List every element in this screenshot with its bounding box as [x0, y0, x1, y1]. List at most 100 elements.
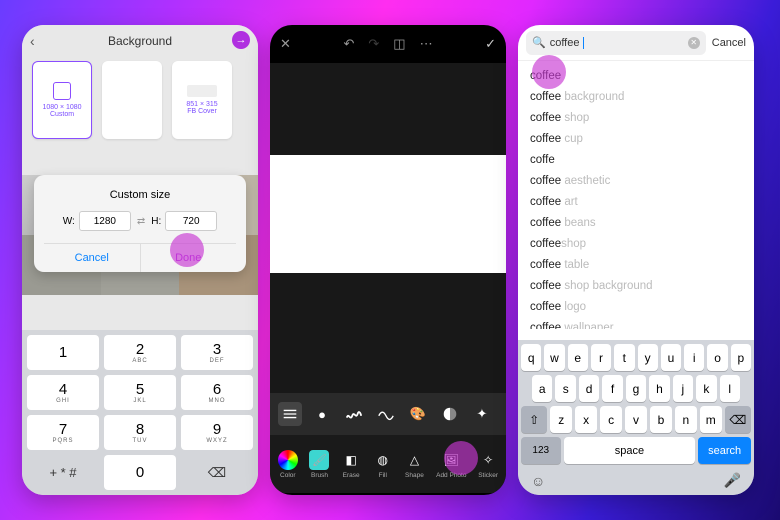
canvas-area[interactable] — [270, 63, 506, 393]
undo-icon[interactable]: ↶ — [343, 36, 354, 52]
redo-icon[interactable]: ↷ — [368, 36, 379, 52]
key-y[interactable]: y — [638, 344, 658, 371]
key-k[interactable]: k — [696, 375, 716, 402]
search-input-value: coffee — [550, 37, 580, 49]
brush-scribble-icon[interactable] — [342, 402, 366, 426]
key-l[interactable]: l — [720, 375, 740, 402]
key-j[interactable]: j — [673, 375, 693, 402]
tool-fill[interactable]: ◍Fill — [373, 450, 393, 479]
numpad-key-4[interactable]: 4GHI — [27, 375, 99, 410]
brush-wave-icon[interactable] — [374, 402, 398, 426]
phone-1-background-picker: ‹ Background → 1080 × 1080 Custom 851 × … — [22, 25, 258, 495]
numpad-zero[interactable]: 0 — [104, 455, 176, 490]
tool-erase[interactable]: ◧Erase — [341, 450, 361, 479]
key-o[interactable]: o — [707, 344, 727, 371]
swap-icon[interactable]: ⇄ — [135, 216, 147, 227]
width-input[interactable] — [79, 211, 131, 231]
key-h[interactable]: h — [649, 375, 669, 402]
tool-brush[interactable]: 🖌Brush — [309, 450, 329, 479]
more-icon[interactable]: ⋯ — [420, 36, 433, 52]
cancel-button[interactable]: Cancel — [712, 37, 746, 49]
key-r[interactable]: r — [591, 344, 611, 371]
layers-icon[interactable]: ◫ — [393, 36, 405, 52]
dictation-key[interactable]: 🎤 — [724, 472, 741, 489]
phone-2-draw-editor: ✕ ↶ ↷ ◫ ⋯ ✓ ● 🎨 ✦ Color 🖌Brush ◧Erase ◍Fill… — [270, 25, 506, 495]
key-u[interactable]: u — [661, 344, 681, 371]
key-m[interactable]: m — [700, 406, 722, 433]
qwerty-keyboard: qwertyuiop asdfghjkl ⇧zxcvbnm⌫ 123 space… — [518, 340, 754, 495]
suggestion-item[interactable]: coffee art — [530, 191, 742, 212]
brush-star-icon[interactable]: ✦ — [470, 402, 494, 426]
template-item[interactable] — [102, 61, 162, 139]
tool-bar: Color🖌Brush◧Erase◍Fill△Shape🖼Add Photo✧S… — [270, 435, 506, 493]
cancel-button[interactable]: Cancel — [44, 244, 141, 272]
next-button[interactable]: → — [232, 31, 250, 49]
key-n[interactable]: n — [675, 406, 697, 433]
suggestion-item[interactable]: coffeeshop — [530, 233, 742, 254]
suggestion-item[interactable]: coffee beans — [530, 212, 742, 233]
brush-circle-icon[interactable] — [438, 402, 462, 426]
numbers-key[interactable]: 123 — [521, 437, 561, 464]
numpad-sym[interactable]: + * # — [27, 455, 99, 490]
search-key[interactable]: search — [698, 437, 751, 464]
numpad-key-3[interactable]: 3DEF — [181, 335, 253, 370]
key-a[interactable]: a — [532, 375, 552, 402]
numpad-key-2[interactable]: 2ABC — [104, 335, 176, 370]
key-t[interactable]: t — [614, 344, 634, 371]
suggestion-item[interactable]: coffee table — [530, 254, 742, 275]
key-e[interactable]: e — [568, 344, 588, 371]
numpad-key-8[interactable]: 8TUV — [104, 415, 176, 450]
key-g[interactable]: g — [626, 375, 646, 402]
highlight-dot-done — [170, 233, 204, 267]
numpad-key-1[interactable]: 1 — [27, 335, 99, 370]
key-v[interactable]: v — [625, 406, 647, 433]
shift-key[interactable]: ⇧ — [521, 406, 547, 433]
suggestion-item[interactable]: coffee shop — [530, 107, 742, 128]
clear-icon[interactable]: ✕ — [688, 37, 700, 49]
template-fb-cover[interactable]: 851 × 315 FB Cover — [172, 61, 232, 139]
suggestion-item[interactable]: coffee wallpaper — [530, 317, 742, 329]
tool-color[interactable]: Color — [278, 450, 298, 479]
numpad-back[interactable]: ⌫ — [181, 455, 253, 490]
numpad-key-9[interactable]: 9WXYZ — [181, 415, 253, 450]
search-field[interactable]: 🔍 coffee ✕ — [526, 31, 706, 55]
height-input[interactable] — [165, 211, 217, 231]
suggestion-item[interactable]: coffee background — [530, 86, 742, 107]
numpad-key-6[interactable]: 6MNO — [181, 375, 253, 410]
key-w[interactable]: w — [544, 344, 564, 371]
tool-shape[interactable]: △Shape — [404, 450, 424, 479]
close-icon[interactable]: ✕ — [280, 36, 291, 52]
key-p[interactable]: p — [731, 344, 751, 371]
suggestion-item[interactable]: coffee shop background — [530, 275, 742, 296]
key-d[interactable]: d — [579, 375, 599, 402]
emoji-key[interactable]: ☺ — [531, 473, 545, 489]
key-b[interactable]: b — [650, 406, 672, 433]
height-label: H: — [151, 216, 161, 227]
key-z[interactable]: z — [550, 406, 572, 433]
brush-drip-icon[interactable]: 🎨 — [406, 402, 430, 426]
key-x[interactable]: x — [575, 406, 597, 433]
template-custom[interactable]: 1080 × 1080 Custom — [32, 61, 92, 139]
brush-lines-icon[interactable] — [278, 402, 302, 426]
editor-toolbar: ✕ ↶ ↷ ◫ ⋯ ✓ — [270, 25, 506, 63]
suggestion-item[interactable]: coffee cup — [530, 128, 742, 149]
key-s[interactable]: s — [555, 375, 575, 402]
width-label: W: — [63, 216, 75, 227]
suggestion-item[interactable]: coffee aesthetic — [530, 170, 742, 191]
back-icon[interactable]: ‹ — [30, 33, 35, 49]
page-title: Background — [108, 34, 172, 48]
key-q[interactable]: q — [521, 344, 541, 371]
suggestion-item[interactable]: coffee logo — [530, 296, 742, 317]
brush-dot-icon[interactable]: ● — [310, 402, 334, 426]
key-c[interactable]: c — [600, 406, 622, 433]
tool-sticker[interactable]: ✧Sticker — [478, 450, 498, 479]
space-key[interactable]: space — [564, 437, 696, 464]
numpad-key-5[interactable]: 5JKL — [104, 375, 176, 410]
suggestion-item[interactable]: coffe — [530, 149, 742, 170]
key-i[interactable]: i — [684, 344, 704, 371]
brush-picker-row: ● 🎨 ✦ — [270, 393, 506, 435]
key-f[interactable]: f — [602, 375, 622, 402]
backspace-key[interactable]: ⌫ — [725, 406, 751, 433]
numpad-key-7[interactable]: 7PQRS — [27, 415, 99, 450]
confirm-icon[interactable]: ✓ — [485, 36, 496, 52]
